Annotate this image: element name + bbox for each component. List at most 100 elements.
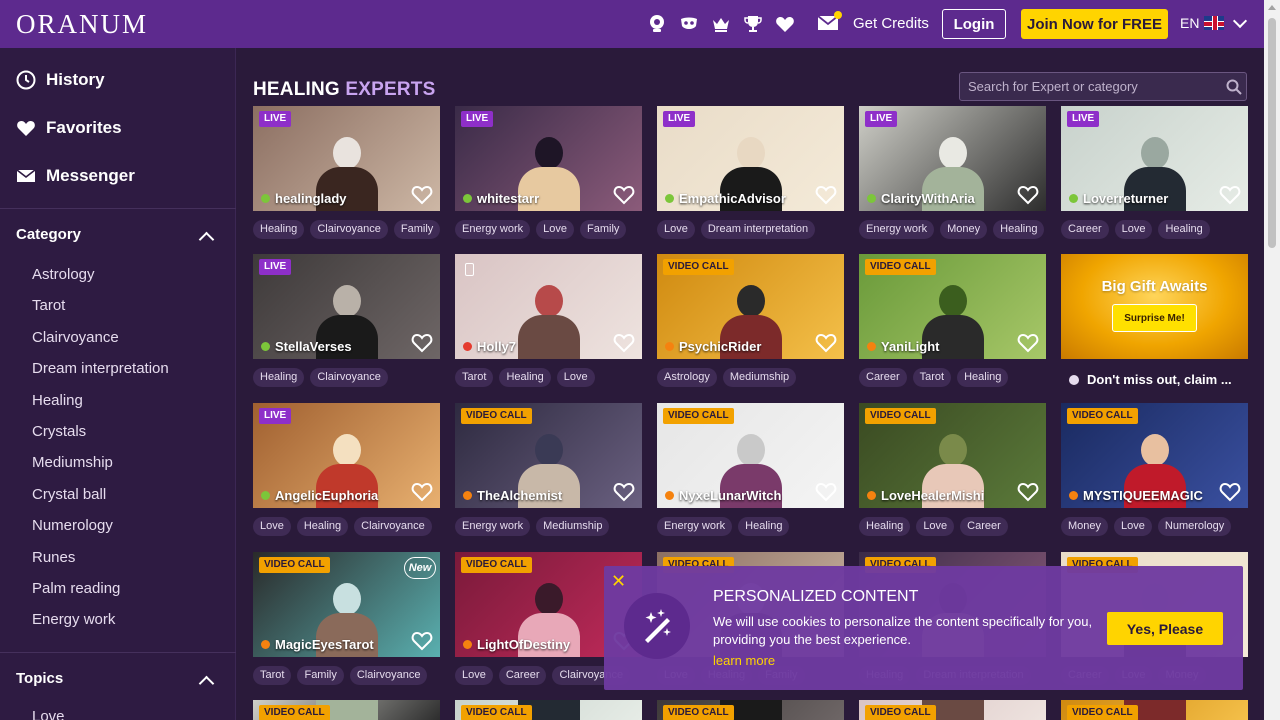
category-tag[interactable]: Dream interpretation — [700, 220, 816, 239]
favorite-heart-icon[interactable] — [411, 333, 433, 353]
expert-card[interactable]: Holly7 — [455, 254, 642, 359]
trophy-icon[interactable] — [742, 13, 764, 35]
favorite-heart-icon[interactable] — [815, 482, 837, 502]
category-tag[interactable]: Energy work — [859, 220, 935, 239]
favorite-heart-icon[interactable] — [815, 185, 837, 205]
favorite-heart-icon[interactable] — [613, 482, 635, 502]
category-tag[interactable]: Love — [657, 220, 695, 239]
category-energy-work[interactable]: Energy work — [32, 611, 169, 642]
category-tag[interactable]: Money — [1061, 517, 1109, 536]
category-healing[interactable]: Healing — [32, 392, 169, 423]
category-tag[interactable]: Money — [940, 220, 988, 239]
oranum-logo[interactable]: ORANUM — [16, 9, 148, 40]
category-tag[interactable]: Career — [859, 368, 907, 387]
expert-card[interactable]: VIDEO CALL — [253, 700, 440, 720]
promo-banner[interactable]: Big Gift Awaits Surprise Me! — [1061, 254, 1248, 359]
category-tag[interactable]: Mediumship — [722, 368, 797, 387]
expert-card[interactable]: VIDEO CALL — [859, 700, 1046, 720]
sidebar-favorites-link[interactable]: Favorites — [16, 118, 122, 138]
expert-card[interactable]: VIDEO CALL LoveHealerMishi — [859, 403, 1046, 508]
expert-card[interactable]: LIVE AngelicEuphoria — [253, 403, 440, 508]
category-tag[interactable]: Love — [455, 666, 493, 685]
expert-card[interactable]: LIVE whitestarr — [455, 106, 642, 211]
category-tag[interactable]: Clairvoyance — [349, 666, 428, 685]
favorite-heart-icon[interactable] — [1017, 333, 1039, 353]
category-tag[interactable]: Career — [1061, 220, 1109, 239]
favorite-heart-icon[interactable] — [411, 185, 433, 205]
category-tag[interactable]: Healing — [253, 220, 305, 239]
category-tag[interactable]: Clairvoyance — [310, 220, 388, 239]
heart-icon[interactable] — [774, 13, 796, 35]
chevron-up-icon[interactable] — [198, 675, 215, 692]
category-tag[interactable]: Clairvoyance — [354, 517, 432, 536]
expert-card[interactable]: VIDEO CALL — [1061, 700, 1248, 720]
expert-card[interactable]: LIVE Loverreturner — [1061, 106, 1248, 211]
expert-card[interactable]: VIDEO CALL TheAlchemist — [455, 403, 642, 508]
expert-card[interactable]: VIDEO CALL NyxeLunarWitch — [657, 403, 844, 508]
category-tag[interactable]: Energy work — [455, 517, 531, 536]
category-tag[interactable]: Clairvoyance — [310, 368, 388, 387]
category-tag[interactable]: Love — [556, 368, 595, 387]
get-credits-link[interactable]: Get Credits — [853, 15, 929, 32]
category-tag[interactable]: Tarot — [912, 368, 952, 387]
category-heading[interactable]: Category — [16, 226, 81, 243]
category-tag[interactable]: Family — [297, 666, 344, 685]
category-tag[interactable]: Love — [1114, 517, 1152, 536]
category-tag[interactable]: Healing — [993, 220, 1045, 239]
search-icon[interactable] — [1226, 79, 1242, 95]
expert-card[interactable]: VIDEO CALL — [657, 700, 844, 720]
expert-card[interactable]: LIVE EmpathicAdvisor — [657, 106, 844, 211]
expert-card[interactable]: LIVE ClarityWithAria — [859, 106, 1046, 211]
close-icon[interactable]: ✕ — [611, 571, 626, 592]
category-tag[interactable]: Career — [960, 517, 1008, 536]
expert-card[interactable]: LIVE StellaVerses — [253, 254, 440, 359]
category-runes[interactable]: Runes — [32, 549, 169, 580]
expert-card[interactable]: VIDEO CALL New MagicEyesTarot — [253, 552, 440, 657]
favorite-heart-icon[interactable] — [1017, 185, 1039, 205]
mail-icon[interactable] — [817, 11, 842, 35]
category-tag[interactable]: Healing — [1158, 220, 1210, 239]
page-scrollbar[interactable] — [1264, 0, 1280, 720]
favorite-heart-icon[interactable] — [1017, 482, 1039, 502]
favorite-heart-icon[interactable] — [613, 185, 635, 205]
category-palm-reading[interactable]: Palm reading — [32, 580, 169, 611]
category-tag[interactable]: Healing — [296, 517, 349, 536]
category-tag[interactable]: Love — [536, 220, 574, 239]
category-tag[interactable]: Family — [580, 220, 627, 239]
category-tag[interactable]: Healing — [957, 368, 1009, 387]
expert-card[interactable]: LIVE healinglady — [253, 106, 440, 211]
category-dream-interpretation[interactable]: Dream interpretation — [32, 360, 169, 391]
expert-card[interactable]: VIDEO CALL YaniLight — [859, 254, 1046, 359]
category-tag[interactable]: Energy work — [657, 517, 733, 536]
topics-heading[interactable]: Topics — [16, 670, 63, 687]
category-tag[interactable]: Family — [393, 220, 441, 239]
category-tag[interactable]: Love — [916, 517, 955, 536]
category-tag[interactable]: Healing — [859, 517, 911, 536]
category-astrology[interactable]: Astrology — [32, 266, 169, 297]
category-tag[interactable]: Healing — [738, 517, 790, 536]
category-numerology[interactable]: Numerology — [32, 517, 169, 548]
login-button[interactable]: Login — [942, 9, 1006, 39]
favorite-heart-icon[interactable] — [613, 333, 635, 353]
surprise-me-button[interactable]: Surprise Me! — [1112, 304, 1197, 332]
category-tag[interactable]: Numerology — [1157, 517, 1232, 536]
category-tag[interactable]: Love — [1114, 220, 1153, 239]
favorite-heart-icon[interactable] — [411, 482, 433, 502]
learn-more-link[interactable]: learn more — [713, 653, 775, 668]
category-crystal-ball[interactable]: Crystal ball — [32, 486, 169, 517]
expert-card[interactable]: VIDEO CALL MYSTIQUEEMAGIC — [1061, 403, 1248, 508]
chevron-up-icon[interactable] — [198, 231, 215, 248]
category-tag[interactable]: Tarot — [455, 368, 494, 387]
category-tarot[interactable]: Tarot — [32, 297, 169, 328]
category-tag[interactable]: Astrology — [657, 368, 717, 387]
favorite-heart-icon[interactable] — [1219, 185, 1241, 205]
promo-caption[interactable]: Don't miss out, claim ... — [1069, 372, 1232, 387]
expert-card[interactable]: VIDEO CALL — [455, 700, 642, 720]
category-crystals[interactable]: Crystals — [32, 423, 169, 454]
category-tag[interactable]: Tarot — [253, 666, 292, 685]
mask-icon[interactable] — [678, 13, 700, 35]
favorite-heart-icon[interactable] — [815, 333, 837, 353]
category-tag[interactable]: Mediumship — [536, 517, 610, 536]
topic-love[interactable]: Love — [32, 708, 65, 720]
favorite-heart-icon[interactable] — [411, 631, 433, 651]
